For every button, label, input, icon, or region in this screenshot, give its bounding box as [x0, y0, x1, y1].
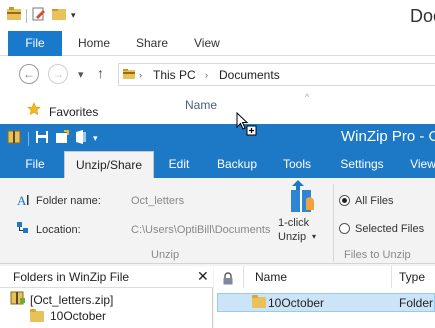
tree-item-folder-label: 10October [50, 309, 107, 323]
back-button[interactable]: ← [19, 64, 39, 84]
new-zip-icon[interactable] [55, 130, 69, 147]
favorites-label[interactable]: Favorites [49, 105, 98, 119]
selected-files-label[interactable]: Selected Files [355, 223, 424, 235]
explorer-app-icon [6, 6, 22, 25]
winzip-window-title: WinZip Pro - O [341, 128, 435, 145]
address-chevron-icon[interactable]: › [205, 70, 208, 80]
close-pane-icon[interactable]: ✕ [197, 268, 209, 285]
folders-pane-header: Folders in WinZip File ✕ [0, 266, 213, 288]
row-type: Folder [399, 296, 434, 310]
address-folder-icon [122, 67, 136, 84]
favorites-star-icon [27, 102, 41, 119]
explorer-quick-access-toolbar: ▾ [6, 6, 76, 25]
forward-button[interactable]: → [48, 64, 68, 84]
qat-divider [28, 131, 29, 146]
explorer-ribbon-tabs: File Home Share View [0, 31, 435, 56]
explorer-navigation-bar: ← → ▾ ↑ › This PC › Documents [0, 58, 435, 90]
explorer-tab-home[interactable]: Home [78, 31, 110, 56]
column-header-name[interactable]: Name [185, 98, 217, 112]
explorer-tab-view[interactable]: View [194, 31, 220, 56]
column-header-lock[interactable] [214, 266, 244, 288]
svg-text:A: A [17, 193, 27, 207]
tree-item-zip-label: [Oct_letters.zip] [30, 292, 114, 307]
folder-name-field[interactable]: Oct_letters [131, 195, 184, 207]
mouse-cursor-copy-icon [236, 111, 260, 139]
one-click-unzip-button[interactable]: 1-click Unzip ▾ [278, 180, 328, 246]
tree-item-zip[interactable]: [Oct_letters.zip] [10, 291, 113, 308]
winzip-ribbon-tabs: File Unzip/Share Edit Backup Tools Setti… [0, 151, 435, 179]
tab-tools[interactable]: Tools [275, 151, 319, 178]
unzip-group-label: Unzip [151, 249, 180, 261]
qat-customize-icon[interactable]: ▾ [93, 133, 98, 144]
zip-file-icon [10, 291, 26, 308]
tab-settings[interactable]: Settings [333, 151, 391, 178]
explorer-window-title: Doc [410, 6, 435, 26]
winzip-app-icon [6, 129, 22, 148]
unzip-label: Unzip [278, 231, 307, 243]
tab-backup[interactable]: Backup [210, 151, 264, 178]
all-files-radio[interactable] [339, 195, 350, 206]
explorer-tab-share[interactable]: Share [136, 31, 168, 56]
one-click-unzip-icon [288, 180, 318, 219]
unzip-dropdown-icon[interactable]: ▾ [312, 232, 316, 241]
explorer-file-tab[interactable]: File [8, 31, 62, 56]
tab-edit[interactable]: Edit [160, 151, 198, 178]
row-name: 10October [268, 296, 325, 310]
explorer-title-bar: ▾ Doc [0, 0, 435, 31]
column-header-type[interactable]: Type [393, 266, 435, 288]
tab-view[interactable]: View [405, 151, 435, 178]
winzip-file-tab[interactable]: File [17, 151, 53, 178]
files-to-unzip-group-label: Files to Unzip [344, 249, 411, 261]
location-field[interactable]: C:\Users\OptiBill\Documents [131, 224, 270, 236]
ribbon-separator [333, 184, 334, 262]
tree-item-folder[interactable]: 10October [30, 308, 107, 323]
winzip-quick-access-toolbar: ▾ [6, 129, 98, 148]
open-icon[interactable] [75, 130, 87, 147]
address-segment-documents[interactable]: Documents [219, 68, 280, 82]
selected-files-radio[interactable] [339, 223, 350, 234]
one-click-label: 1-click [278, 217, 310, 229]
address-bar[interactable]: › This PC › Documents [118, 63, 435, 86]
folders-pane-title: Folders in WinZip File [13, 270, 130, 284]
qat-divider [26, 8, 27, 23]
lock-icon [222, 270, 234, 292]
winzip-window: ▾ WinZip Pro - O File Unzip/Share Edit B… [0, 124, 435, 328]
recent-locations-icon[interactable]: ▾ [78, 68, 84, 81]
new-folder-icon[interactable] [51, 6, 67, 25]
up-arrow-icon[interactable]: ↑ [97, 65, 104, 81]
location-label: Location: [36, 224, 81, 236]
folders-pane: Folders in WinZip File ✕ [Oct_letters.zi… [0, 266, 213, 328]
sort-ascending-icon: ^ [305, 92, 310, 102]
folder-name-label: Folder name: [36, 195, 101, 207]
column-header-name[interactable]: Name [245, 266, 392, 288]
table-row[interactable]: 10October Folder [217, 293, 435, 312]
location-icon [17, 221, 31, 238]
explorer-window: ▾ Doc File Home Share View ← → ▾ ↑ › Thi… [0, 0, 435, 130]
address-chevron-icon[interactable]: › [139, 70, 142, 80]
winzip-ribbon: A Folder name: Oct_letters Location: C:\… [0, 178, 435, 264]
file-list: Name Type 10October Folder [214, 266, 435, 328]
folder-name-icon: A [17, 193, 31, 210]
all-files-label[interactable]: All Files [355, 195, 394, 207]
qat-customize-icon[interactable]: ▾ [71, 10, 76, 21]
properties-icon[interactable] [31, 6, 47, 25]
tab-unzip-share[interactable]: Unzip/Share [64, 151, 154, 179]
save-icon[interactable] [35, 130, 49, 147]
folder-icon [30, 308, 44, 322]
winzip-title-bar: ▾ WinZip Pro - O [0, 124, 435, 151]
folder-icon [252, 295, 266, 308]
address-segment-this-pc[interactable]: This PC [153, 68, 196, 82]
